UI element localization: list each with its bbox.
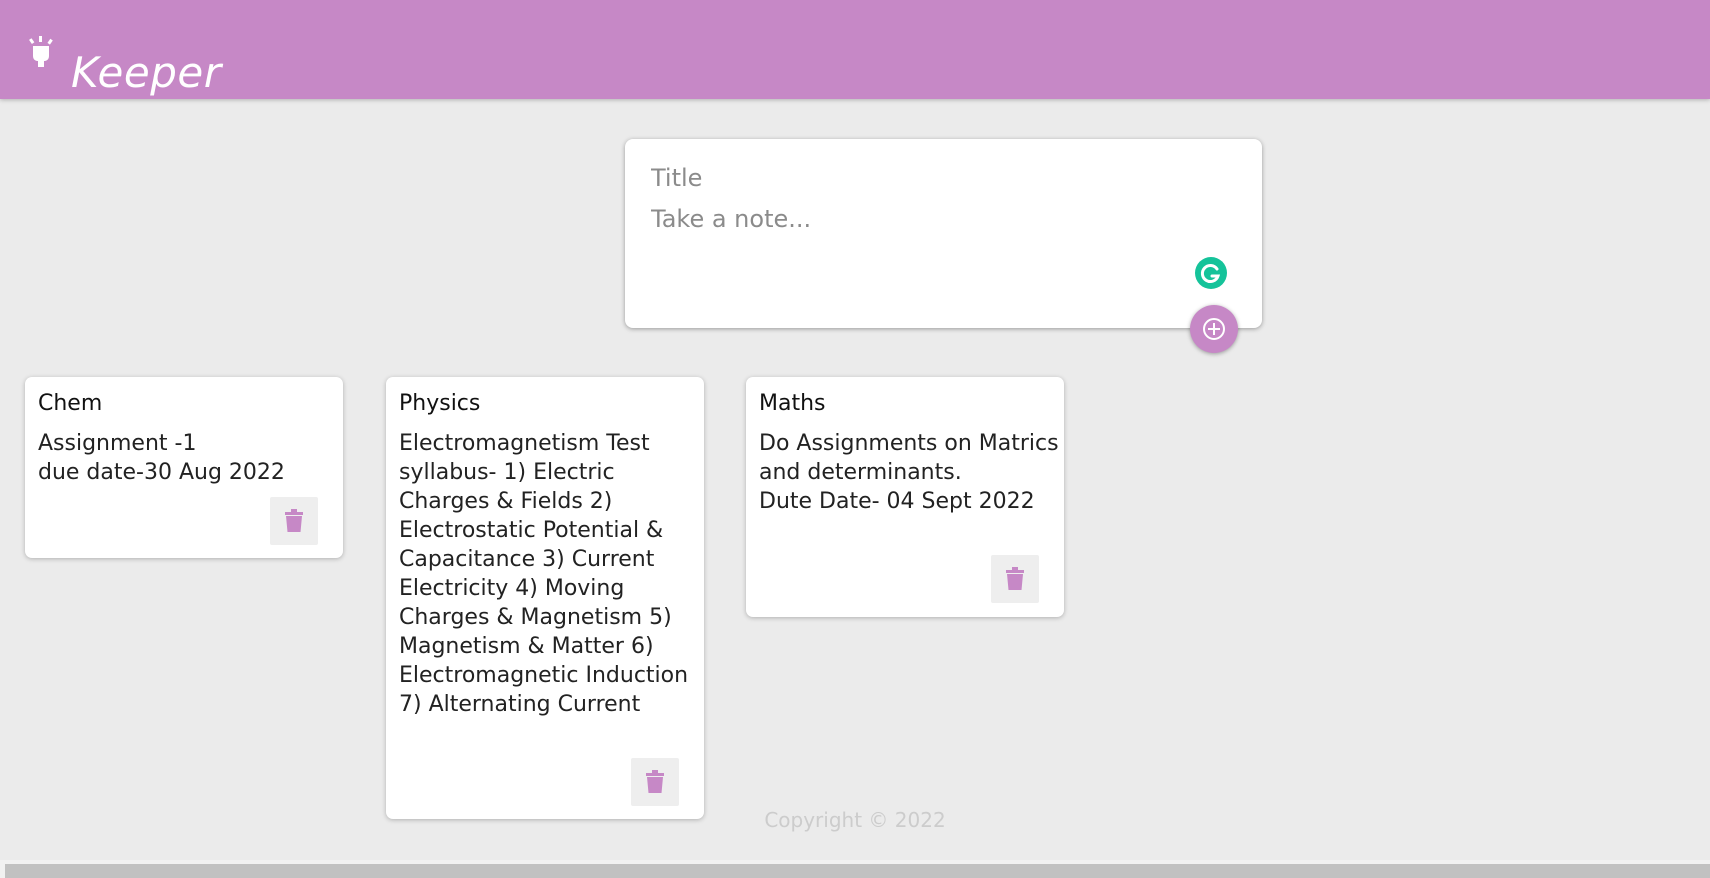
note-title: Chem (38, 391, 103, 416)
grammarly-icon[interactable] (1195, 257, 1227, 289)
delete-note-button[interactable] (270, 497, 318, 545)
note-content: Do Assignments on Matrics and determinan… (759, 431, 1059, 514)
delete-note-button[interactable] (991, 555, 1039, 603)
scrollbar-thumb[interactable] (5, 864, 1710, 878)
note-card: Physics Electromagnetism Test syllabus- … (386, 377, 704, 819)
title-input[interactable] (651, 164, 1211, 192)
delete-note-button[interactable] (631, 758, 679, 806)
trash-icon (285, 509, 303, 532)
note-card: Chem Assignment -1 due date-30 Aug 2022 (25, 377, 343, 558)
trash-icon (646, 770, 664, 793)
app-header: Keeper (0, 0, 1710, 99)
note-title: Physics (399, 391, 481, 416)
horizontal-scrollbar[interactable] (0, 860, 1710, 878)
plus-icon (1203, 318, 1225, 340)
lightbulb-icon (29, 36, 53, 67)
note-composer (625, 139, 1262, 328)
add-note-button[interactable] (1190, 305, 1238, 353)
trash-icon (1006, 567, 1024, 590)
note-content: Assignment -1 due date-30 Aug 2022 (38, 431, 285, 485)
note-content-input[interactable] (651, 205, 1211, 285)
footer-copyright: Copyright © 2022 (764, 808, 946, 832)
app-title: Keeper (71, 48, 222, 98)
note-title: Maths (759, 391, 826, 416)
note-card: Maths Do Assignments on Matrics and dete… (746, 377, 1064, 617)
note-content: Electromagnetism Test syllabus- 1) Elect… (399, 431, 689, 717)
